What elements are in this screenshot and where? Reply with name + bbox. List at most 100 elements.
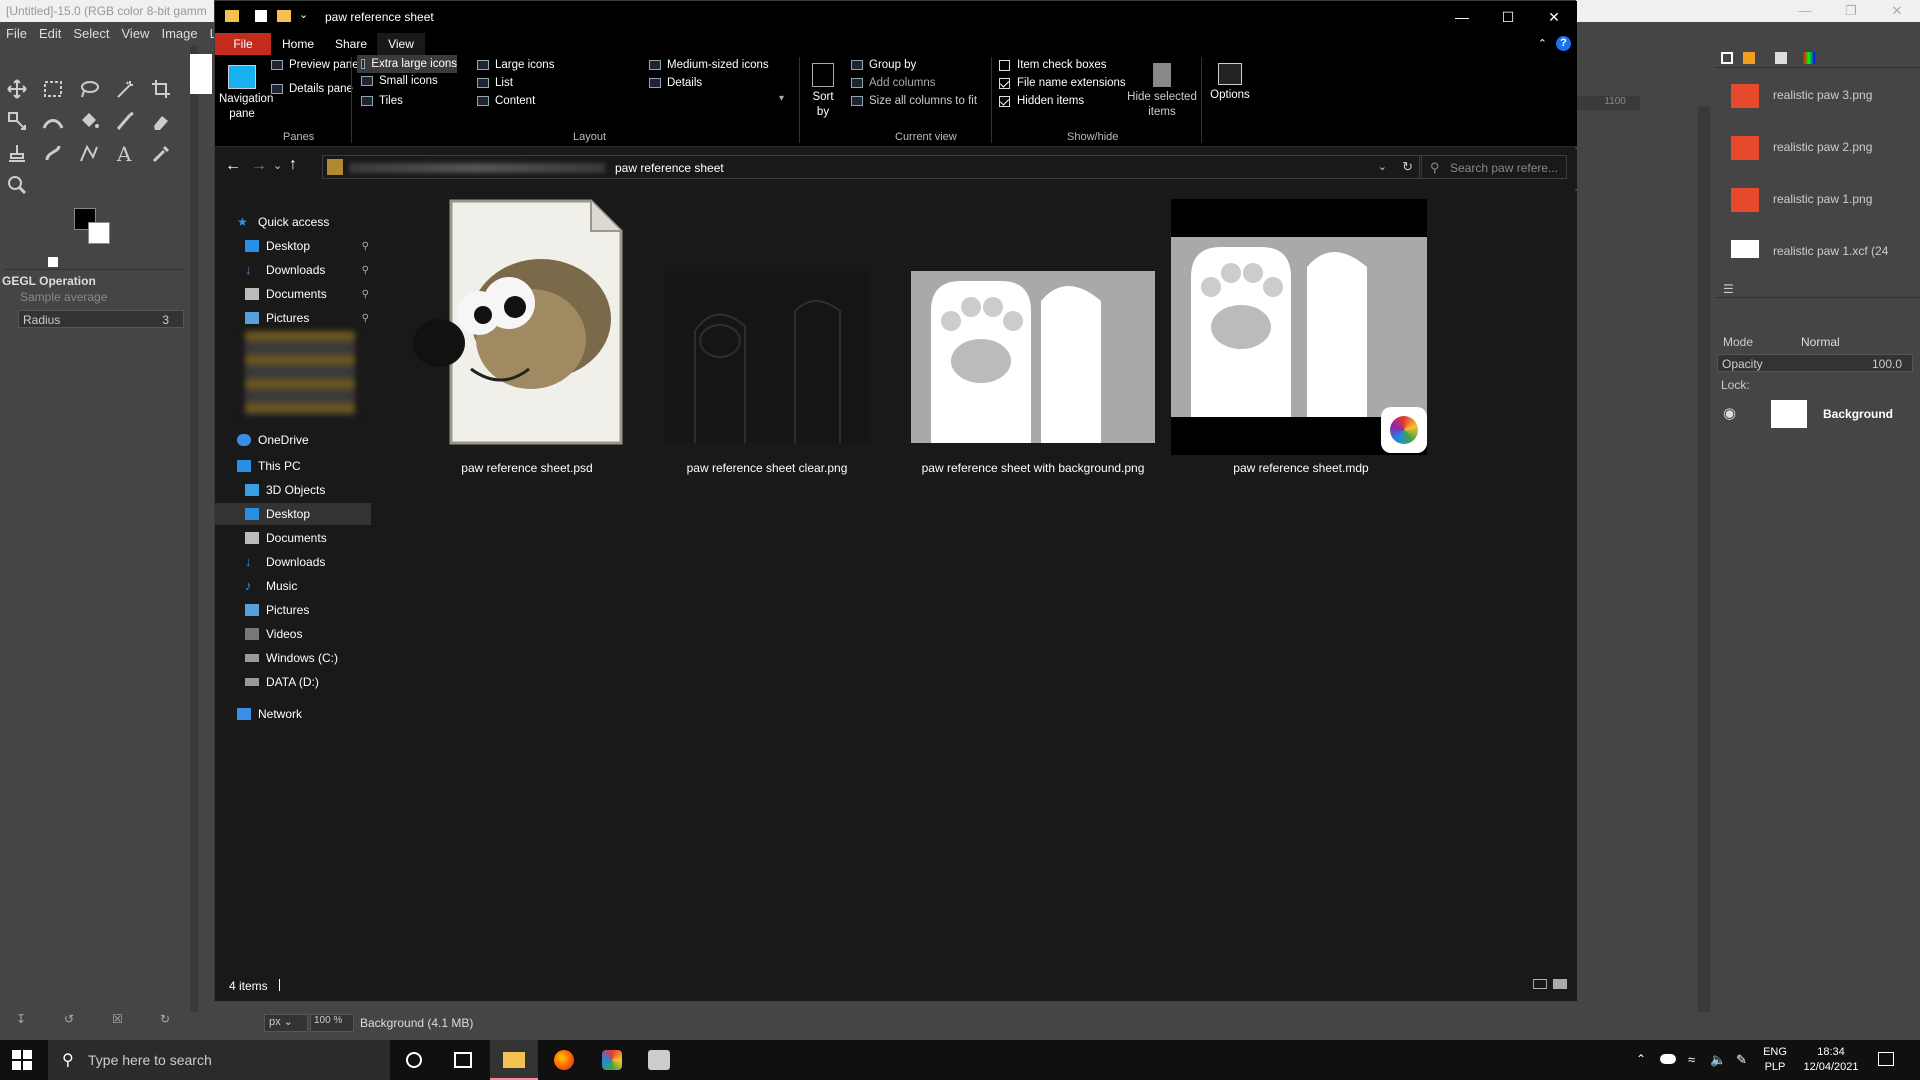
group-by-button[interactable]: Group by	[851, 59, 916, 71]
layers-tab-icon[interactable]: ☰	[1723, 282, 1734, 296]
nav-network[interactable]: Network	[215, 703, 371, 725]
color-picker-icon[interactable]	[148, 140, 174, 166]
options-button[interactable]: Options	[1205, 59, 1255, 125]
tiles-option[interactable]: Tiles	[361, 95, 403, 107]
recent-locations-icon[interactable]: ⌄	[273, 159, 282, 172]
onedrive-tray-icon[interactable]	[1660, 1054, 1676, 1064]
nav-quick-access[interactable]: ★ Quick access	[215, 211, 371, 233]
back-icon[interactable]: ←	[225, 157, 241, 175]
restore-icon[interactable]: ❐	[1828, 0, 1874, 22]
up-icon[interactable]: ↑	[289, 156, 297, 174]
nav-music[interactable]: ♪ Music	[215, 575, 371, 597]
background-color-swatch[interactable]	[88, 222, 110, 244]
mode-select[interactable]: Normal	[1801, 335, 1840, 349]
file-item[interactable]: paw reference sheet.psd	[397, 199, 657, 499]
nav-qa-downloads[interactable]: ↓ Downloads ⚲	[215, 259, 371, 281]
wifi-icon[interactable]: ≈	[1688, 1052, 1695, 1067]
eraser-icon[interactable]	[148, 108, 174, 134]
hidden-items-toggle[interactable]: Hidden items	[999, 95, 1084, 107]
save-options-icon[interactable]: ↧	[16, 1012, 26, 1026]
menu-edit[interactable]: Edit	[33, 22, 67, 46]
nav-qa-pictures[interactable]: Pictures ⚲	[215, 307, 371, 329]
tab-home[interactable]: Home	[271, 33, 325, 55]
new-folder-icon[interactable]	[277, 10, 291, 22]
transform-icon[interactable]	[4, 108, 30, 134]
bucket-fill-icon[interactable]	[76, 108, 102, 134]
show-hidden-icons-icon[interactable]: ⌃	[1636, 1052, 1646, 1066]
file-item[interactable]: paw reference sheet.mdp	[1171, 199, 1431, 499]
pen-icon[interactable]: ✎	[1736, 1052, 1747, 1068]
nav-onedrive[interactable]: OneDrive	[215, 429, 371, 451]
maximize-icon[interactable]: ☐	[1485, 1, 1531, 33]
cortana-icon[interactable]	[406, 1052, 422, 1068]
extra-large-icons-option[interactable]: Extra large icons	[357, 55, 457, 73]
menu-view[interactable]: View	[116, 22, 156, 46]
minimize-icon[interactable]: —	[1782, 0, 1828, 22]
nav-pictures[interactable]: Pictures	[215, 599, 371, 621]
refresh-icon[interactable]: ↻	[1402, 159, 1413, 175]
nav-desktop[interactable]: Desktop	[215, 503, 371, 525]
nav-videos[interactable]: Videos	[215, 623, 371, 645]
reset-options-icon[interactable]: ↻	[160, 1012, 170, 1026]
unit-select[interactable]: px ⌄	[264, 1014, 308, 1032]
medibang-icon[interactable]	[602, 1050, 622, 1070]
smudge-icon[interactable]	[40, 140, 66, 166]
nav-this-pc[interactable]: This PC	[215, 455, 371, 477]
palette-tab-icon[interactable]	[1803, 52, 1815, 64]
nav-data-d[interactable]: DATA (D:)	[215, 671, 371, 693]
image-list-item[interactable]: realistic paw 3.png	[1715, 72, 1905, 122]
language-indicator[interactable]: ENG PLP	[1760, 1045, 1790, 1075]
menu-image[interactable]: Image	[155, 22, 203, 46]
tab-share[interactable]: Share	[325, 33, 377, 55]
nav-qa-desktop[interactable]: Desktop ⚲	[215, 235, 371, 257]
dock-tab-icon[interactable]	[1721, 52, 1733, 64]
crop-icon[interactable]	[148, 76, 174, 102]
image-list-item[interactable]: realistic paw 1.xcf (24	[1715, 228, 1905, 258]
tab-view[interactable]: View	[377, 33, 425, 55]
warp-icon[interactable]	[40, 108, 66, 134]
image-list-item[interactable]: realistic paw 1.png	[1715, 176, 1905, 226]
gimp-icon[interactable]	[648, 1050, 670, 1070]
file-item[interactable]: paw reference sheet with background.png	[881, 199, 1155, 499]
customize-toolbar-icon[interactable]: ⌄	[299, 8, 308, 21]
minimize-icon[interactable]: —	[1439, 1, 1485, 33]
images-tab-icon[interactable]	[1743, 52, 1755, 64]
item-check-boxes-toggle[interactable]: Item check boxes	[999, 59, 1106, 71]
add-columns-button[interactable]: Add columns	[851, 77, 935, 89]
nav-documents[interactable]: Documents	[215, 527, 371, 549]
clone-icon[interactable]	[4, 140, 30, 166]
layout-more-icon[interactable]: ▾	[779, 93, 784, 104]
navigation-pane-button[interactable]: Navigation pane	[219, 59, 273, 125]
nav-qa-documents[interactable]: Documents ⚲	[215, 283, 371, 305]
delete-options-icon[interactable]: ☒	[112, 1012, 123, 1026]
content-option[interactable]: Content	[477, 95, 535, 107]
rect-select-icon[interactable]	[40, 76, 66, 102]
canvas-vertical-scrollbar[interactable]	[1698, 106, 1710, 1026]
sort-by-button[interactable]: Sort by	[805, 59, 841, 125]
size-columns-button[interactable]: Size all columns to fit	[851, 95, 977, 107]
medium-icons-option[interactable]: Medium-sized icons	[649, 59, 769, 71]
properties-icon[interactable]	[255, 10, 267, 22]
large-icons-option[interactable]: Large icons	[477, 59, 554, 71]
nav-3d-objects[interactable]: 3D Objects	[215, 479, 371, 501]
address-bar[interactable]: paw reference sheet ⌄ ↻	[322, 155, 1422, 179]
volume-icon[interactable]: 🔈	[1710, 1052, 1726, 1068]
tab-file[interactable]: File	[215, 33, 271, 55]
start-button[interactable]	[12, 1050, 32, 1070]
lasso-icon[interactable]	[76, 76, 102, 102]
paths-icon[interactable]	[76, 140, 102, 166]
file-name-extensions-checkbox[interactable]	[999, 77, 1010, 89]
notifications-icon[interactable]	[1878, 1052, 1894, 1066]
opacity-slider[interactable]: Opacity 100.0	[1717, 354, 1913, 372]
document-tab-icon[interactable]	[1775, 52, 1787, 64]
task-view-icon[interactable]	[454, 1052, 472, 1068]
details-option[interactable]: Details	[649, 77, 702, 89]
address-dropdown-icon[interactable]: ⌄	[1378, 160, 1387, 173]
file-item[interactable]: paw reference sheet clear.png	[637, 199, 897, 499]
tool-options-tab-icon[interactable]	[48, 257, 58, 267]
paintbrush-icon[interactable]	[112, 108, 138, 134]
list-option[interactable]: List	[477, 77, 513, 89]
small-icons-option[interactable]: Small icons	[361, 75, 438, 87]
details-pane-button[interactable]: Details pane	[271, 83, 353, 95]
zoom-select[interactable]: 100 %	[310, 1014, 354, 1032]
